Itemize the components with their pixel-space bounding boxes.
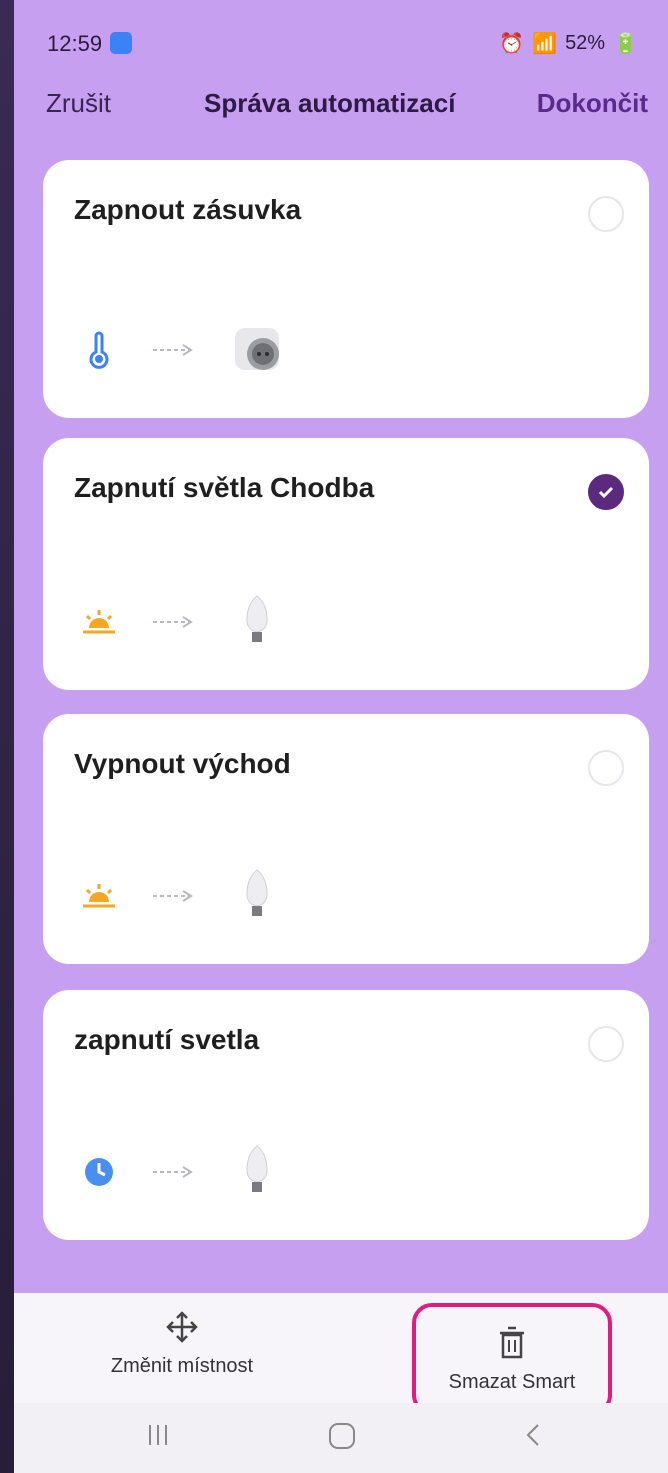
automation-flow: [79, 594, 299, 650]
selection-checkbox-checked[interactable]: [588, 474, 624, 510]
automation-flow: [79, 322, 299, 378]
automation-name: Zapnout zásuvka: [74, 194, 302, 225]
arrow-icon: [153, 890, 193, 902]
battery-percent: 52%: [565, 32, 606, 54]
delete-smart-button[interactable]: Smazat Smart: [412, 1303, 612, 1415]
checkmark-icon: [598, 486, 614, 499]
wifi-icon: 📶: [532, 33, 558, 55]
change-room-button[interactable]: Změnit místnost: [92, 1309, 272, 1378]
arrow-icon: [153, 344, 193, 356]
delete-smart-label: Smazat Smart: [448, 1371, 576, 1393]
automation-name: Zapnutí světla Chodba: [74, 472, 375, 503]
battery-icon: 🔋: [613, 33, 638, 55]
automation-flow: [79, 1144, 299, 1200]
automation-card[interactable]: Vypnout východ: [43, 714, 649, 964]
recent-apps-icon[interactable]: [144, 1421, 172, 1449]
selection-checkbox[interactable]: [588, 750, 624, 786]
selection-checkbox[interactable]: [588, 196, 624, 232]
done-button[interactable]: Dokončit: [537, 88, 648, 119]
arrow-icon: [153, 616, 193, 628]
smart-plug-icon: [235, 328, 279, 370]
status-time: 12:59: [47, 31, 103, 56]
sunrise-icon: [83, 610, 115, 634]
top-header: Zrušit Správa automatizací Dokončit: [14, 82, 668, 126]
status-right: ⏰ 📶 52% 🔋: [499, 31, 638, 56]
move-icon: [166, 1311, 198, 1343]
phone-screen: 12:59 ⏰ 📶 52% 🔋 Zrušit Správa automatiza…: [14, 0, 668, 1473]
thermometer-icon: [89, 331, 109, 369]
automation-name: zapnutí svetla: [74, 1024, 260, 1055]
sunrise-icon: [83, 884, 115, 908]
light-bulb-icon: [246, 1145, 268, 1192]
change-room-label: Změnit místnost: [110, 1355, 254, 1377]
selection-checkbox[interactable]: [588, 1026, 624, 1062]
home-icon[interactable]: [327, 1421, 357, 1451]
light-bulb-icon: [246, 595, 268, 642]
arrow-icon: [153, 1166, 193, 1178]
status-bar: 12:59 ⏰ 📶 52% 🔋: [14, 28, 668, 60]
automation-card[interactable]: Zapnout zásuvka: [43, 160, 649, 418]
page-title: Správa automatizací: [204, 88, 456, 118]
app-notification-icon: [110, 32, 132, 54]
automation-flow: [79, 868, 299, 924]
clock-icon: [85, 1158, 113, 1186]
trash-icon: [500, 1326, 524, 1359]
automation-card[interactable]: zapnutí svetla: [43, 990, 649, 1240]
back-icon[interactable]: [520, 1421, 548, 1449]
system-nav-bar: [14, 1403, 668, 1473]
automation-card[interactable]: Zapnutí světla Chodba: [43, 438, 649, 690]
alarm-icon: ⏰: [499, 33, 525, 55]
bottom-action-bar: Změnit místnost Smazat Smart: [14, 1293, 668, 1415]
automation-name: Vypnout východ: [74, 748, 291, 779]
light-bulb-icon: [246, 869, 268, 916]
cancel-button[interactable]: Zrušit: [46, 88, 111, 119]
